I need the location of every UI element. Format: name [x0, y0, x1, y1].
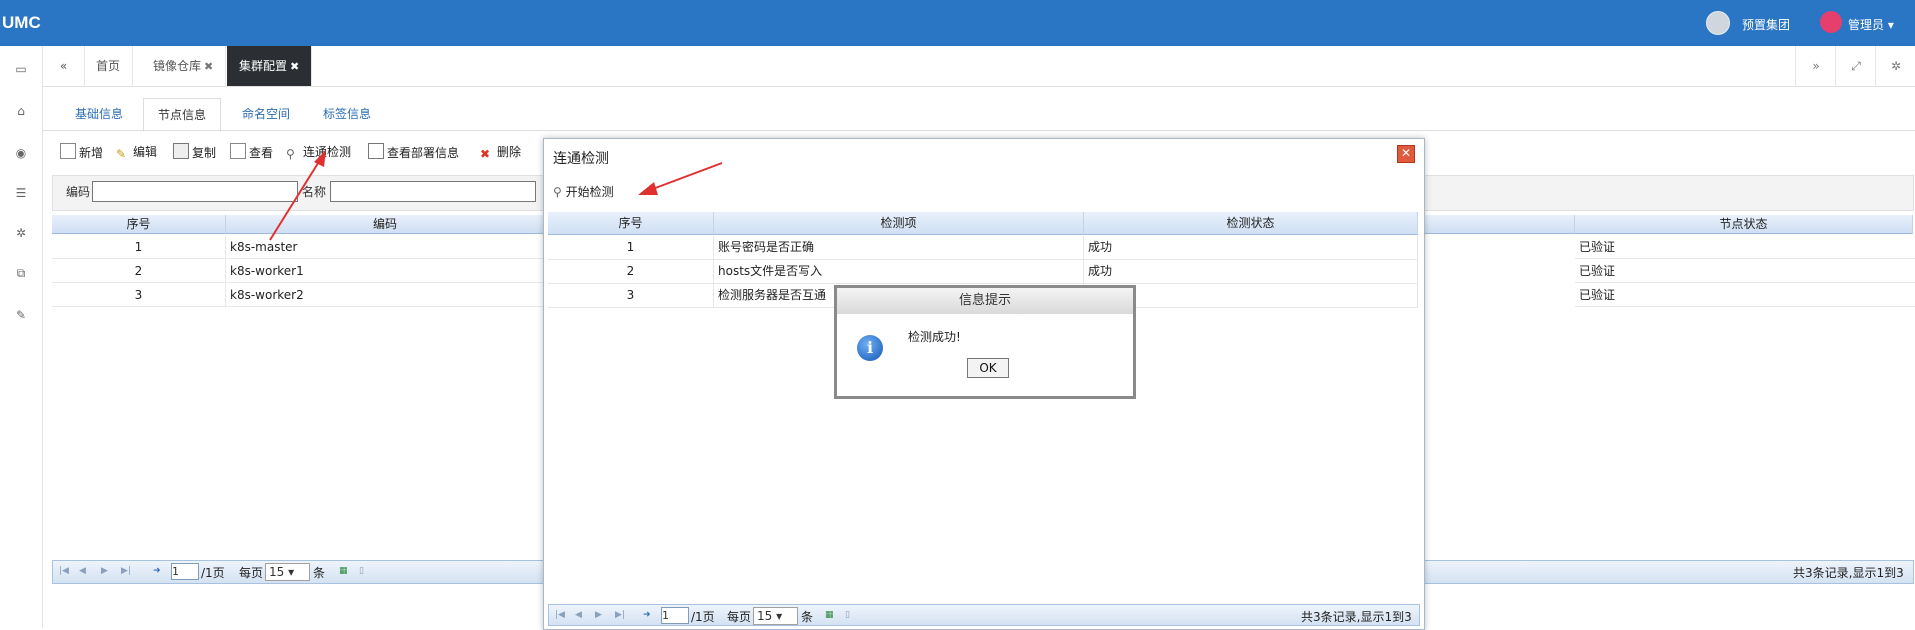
arrow-to-start-check [638, 162, 723, 195]
arrow-to-connect-button [269, 150, 326, 241]
annotation-arrows [269, 150, 723, 241]
